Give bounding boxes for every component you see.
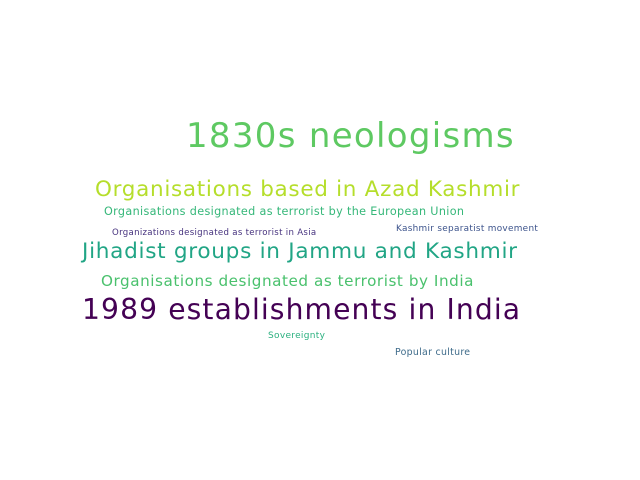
word-cloud-term: Organisations designated as terrorist by… bbox=[101, 272, 474, 290]
word-cloud-term: 1989 establishments in India bbox=[82, 293, 522, 326]
word-cloud: 1830s neologisms Organisations based in … bbox=[0, 0, 640, 480]
word-cloud-term: Jihadist groups in Jammu and Kashmir bbox=[82, 239, 518, 264]
word-cloud-term: Kashmir separatist movement bbox=[396, 224, 539, 234]
word-cloud-term: Organizations designated as terrorist in… bbox=[112, 228, 317, 238]
word-cloud-term: Sovereignty bbox=[268, 331, 326, 341]
word-cloud-term: Organisations designated as terrorist by… bbox=[104, 205, 465, 218]
word-cloud-term: Popular culture bbox=[395, 347, 471, 358]
word-cloud-term: 1830s neologisms bbox=[186, 116, 515, 156]
word-cloud-term: Organisations based in Azad Kashmir bbox=[95, 177, 521, 202]
